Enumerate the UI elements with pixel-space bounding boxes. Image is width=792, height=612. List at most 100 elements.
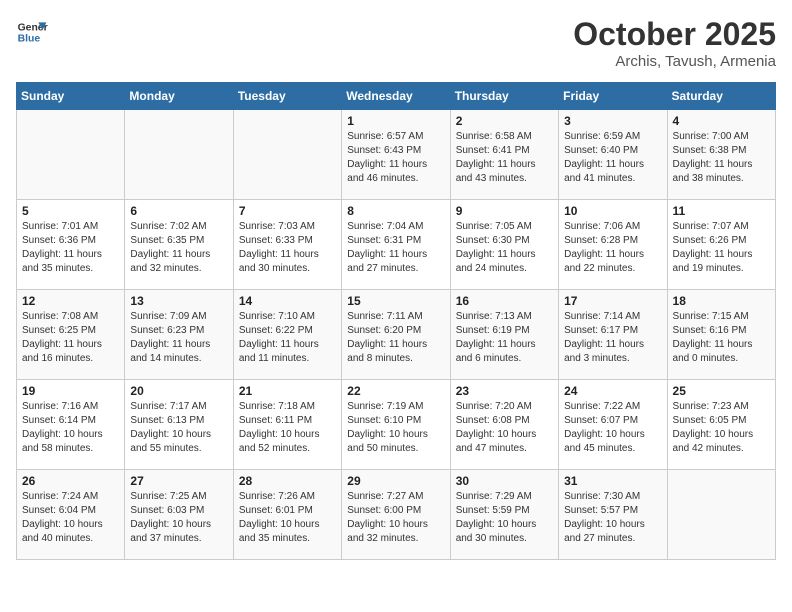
day-number: 11 xyxy=(673,204,770,218)
table-row: 10Sunrise: 7:06 AMSunset: 6:28 PMDayligh… xyxy=(559,200,667,290)
day-info: and 55 minutes. xyxy=(130,442,227,456)
col-thursday: Thursday xyxy=(450,83,558,110)
table-row: 24Sunrise: 7:22 AMSunset: 6:07 PMDayligh… xyxy=(559,380,667,470)
day-info: Sunrise: 7:26 AM xyxy=(239,490,336,504)
table-row: 11Sunrise: 7:07 AMSunset: 6:26 PMDayligh… xyxy=(667,200,775,290)
day-info: Daylight: 11 hours xyxy=(673,158,770,172)
day-info: Sunset: 6:25 PM xyxy=(22,324,119,338)
day-info: Sunset: 6:38 PM xyxy=(673,144,770,158)
day-info: Daylight: 10 hours xyxy=(564,428,661,442)
day-info: Daylight: 10 hours xyxy=(22,428,119,442)
day-number: 4 xyxy=(673,114,770,128)
day-info: Sunrise: 7:11 AM xyxy=(347,310,444,324)
day-info: Daylight: 11 hours xyxy=(347,158,444,172)
day-info: Sunset: 6:04 PM xyxy=(22,504,119,518)
day-number: 23 xyxy=(456,384,553,398)
col-sunday: Sunday xyxy=(17,83,125,110)
day-number: 31 xyxy=(564,474,661,488)
day-info: and 41 minutes. xyxy=(564,172,661,186)
day-info: Sunrise: 7:07 AM xyxy=(673,220,770,234)
day-number: 9 xyxy=(456,204,553,218)
day-info: Sunset: 6:28 PM xyxy=(564,234,661,248)
day-info: Daylight: 11 hours xyxy=(456,158,553,172)
table-row: 21Sunrise: 7:18 AMSunset: 6:11 PMDayligh… xyxy=(233,380,341,470)
day-info: Sunset: 6:43 PM xyxy=(347,144,444,158)
table-row: 30Sunrise: 7:29 AMSunset: 5:59 PMDayligh… xyxy=(450,470,558,560)
table-row: 8Sunrise: 7:04 AMSunset: 6:31 PMDaylight… xyxy=(342,200,450,290)
table-row: 4Sunrise: 7:00 AMSunset: 6:38 PMDaylight… xyxy=(667,110,775,200)
day-info: Sunrise: 6:57 AM xyxy=(347,130,444,144)
day-info: Daylight: 11 hours xyxy=(564,248,661,262)
day-info: and 52 minutes. xyxy=(239,442,336,456)
day-number: 16 xyxy=(456,294,553,308)
day-number: 22 xyxy=(347,384,444,398)
table-row: 2Sunrise: 6:58 AMSunset: 6:41 PMDaylight… xyxy=(450,110,558,200)
day-info: Sunrise: 7:16 AM xyxy=(22,400,119,414)
table-row: 7Sunrise: 7:03 AMSunset: 6:33 PMDaylight… xyxy=(233,200,341,290)
day-info: Sunrise: 7:01 AM xyxy=(22,220,119,234)
day-info: Sunset: 5:59 PM xyxy=(456,504,553,518)
day-info: Daylight: 10 hours xyxy=(239,428,336,442)
day-info: Daylight: 10 hours xyxy=(456,428,553,442)
day-info: and 37 minutes. xyxy=(130,532,227,546)
day-info: Sunset: 5:57 PM xyxy=(564,504,661,518)
day-info: Daylight: 11 hours xyxy=(22,248,119,262)
table-row: 18Sunrise: 7:15 AMSunset: 6:16 PMDayligh… xyxy=(667,290,775,380)
day-number: 27 xyxy=(130,474,227,488)
table-row: 3Sunrise: 6:59 AMSunset: 6:40 PMDaylight… xyxy=(559,110,667,200)
table-row xyxy=(17,110,125,200)
table-row: 25Sunrise: 7:23 AMSunset: 6:05 PMDayligh… xyxy=(667,380,775,470)
day-info: and 35 minutes. xyxy=(22,262,119,276)
day-info: Sunrise: 7:06 AM xyxy=(564,220,661,234)
table-row: 6Sunrise: 7:02 AMSunset: 6:35 PMDaylight… xyxy=(125,200,233,290)
day-info: Daylight: 11 hours xyxy=(239,338,336,352)
day-info: Sunset: 6:33 PM xyxy=(239,234,336,248)
day-info: Sunset: 6:22 PM xyxy=(239,324,336,338)
calendar-title: October 2025 xyxy=(573,16,776,53)
day-number: 8 xyxy=(347,204,444,218)
title-block: October 2025 Archis, Tavush, Armenia xyxy=(573,16,776,70)
day-number: 15 xyxy=(347,294,444,308)
col-wednesday: Wednesday xyxy=(342,83,450,110)
svg-text:Blue: Blue xyxy=(18,34,41,45)
day-info: and 27 minutes. xyxy=(347,262,444,276)
table-row: 17Sunrise: 7:14 AMSunset: 6:17 PMDayligh… xyxy=(559,290,667,380)
day-info: and 43 minutes. xyxy=(456,172,553,186)
day-info: Sunrise: 7:20 AM xyxy=(456,400,553,414)
col-saturday: Saturday xyxy=(667,83,775,110)
day-info: Daylight: 11 hours xyxy=(22,338,119,352)
table-row: 19Sunrise: 7:16 AMSunset: 6:14 PMDayligh… xyxy=(17,380,125,470)
day-info: Sunrise: 7:23 AM xyxy=(673,400,770,414)
day-info: Sunset: 6:11 PM xyxy=(239,414,336,428)
day-info: Sunset: 6:30 PM xyxy=(456,234,553,248)
day-info: Sunset: 6:10 PM xyxy=(347,414,444,428)
day-info: Daylight: 11 hours xyxy=(456,338,553,352)
day-info: Sunset: 6:36 PM xyxy=(22,234,119,248)
day-info: Daylight: 10 hours xyxy=(22,518,119,532)
day-info: Sunrise: 7:15 AM xyxy=(673,310,770,324)
table-row: 13Sunrise: 7:09 AMSunset: 6:23 PMDayligh… xyxy=(125,290,233,380)
day-number: 2 xyxy=(456,114,553,128)
day-info: Sunset: 6:13 PM xyxy=(130,414,227,428)
day-info: and 46 minutes. xyxy=(347,172,444,186)
day-info: Daylight: 10 hours xyxy=(239,518,336,532)
day-number: 30 xyxy=(456,474,553,488)
col-friday: Friday xyxy=(559,83,667,110)
day-number: 5 xyxy=(22,204,119,218)
day-number: 17 xyxy=(564,294,661,308)
day-info: and 8 minutes. xyxy=(347,352,444,366)
day-info: Daylight: 11 hours xyxy=(130,248,227,262)
calendar-week-row: 5Sunrise: 7:01 AMSunset: 6:36 PMDaylight… xyxy=(17,200,776,290)
day-info: Sunrise: 7:29 AM xyxy=(456,490,553,504)
day-info: Sunrise: 7:18 AM xyxy=(239,400,336,414)
day-info: Sunset: 6:26 PM xyxy=(673,234,770,248)
day-info: Sunrise: 7:03 AM xyxy=(239,220,336,234)
day-info: and 6 minutes. xyxy=(456,352,553,366)
day-info: Sunrise: 7:19 AM xyxy=(347,400,444,414)
day-info: Sunrise: 7:13 AM xyxy=(456,310,553,324)
table-row: 15Sunrise: 7:11 AMSunset: 6:20 PMDayligh… xyxy=(342,290,450,380)
day-info: and 32 minutes. xyxy=(347,532,444,546)
day-info: and 14 minutes. xyxy=(130,352,227,366)
logo: General Blue xyxy=(16,16,48,48)
day-info: Sunset: 6:19 PM xyxy=(456,324,553,338)
